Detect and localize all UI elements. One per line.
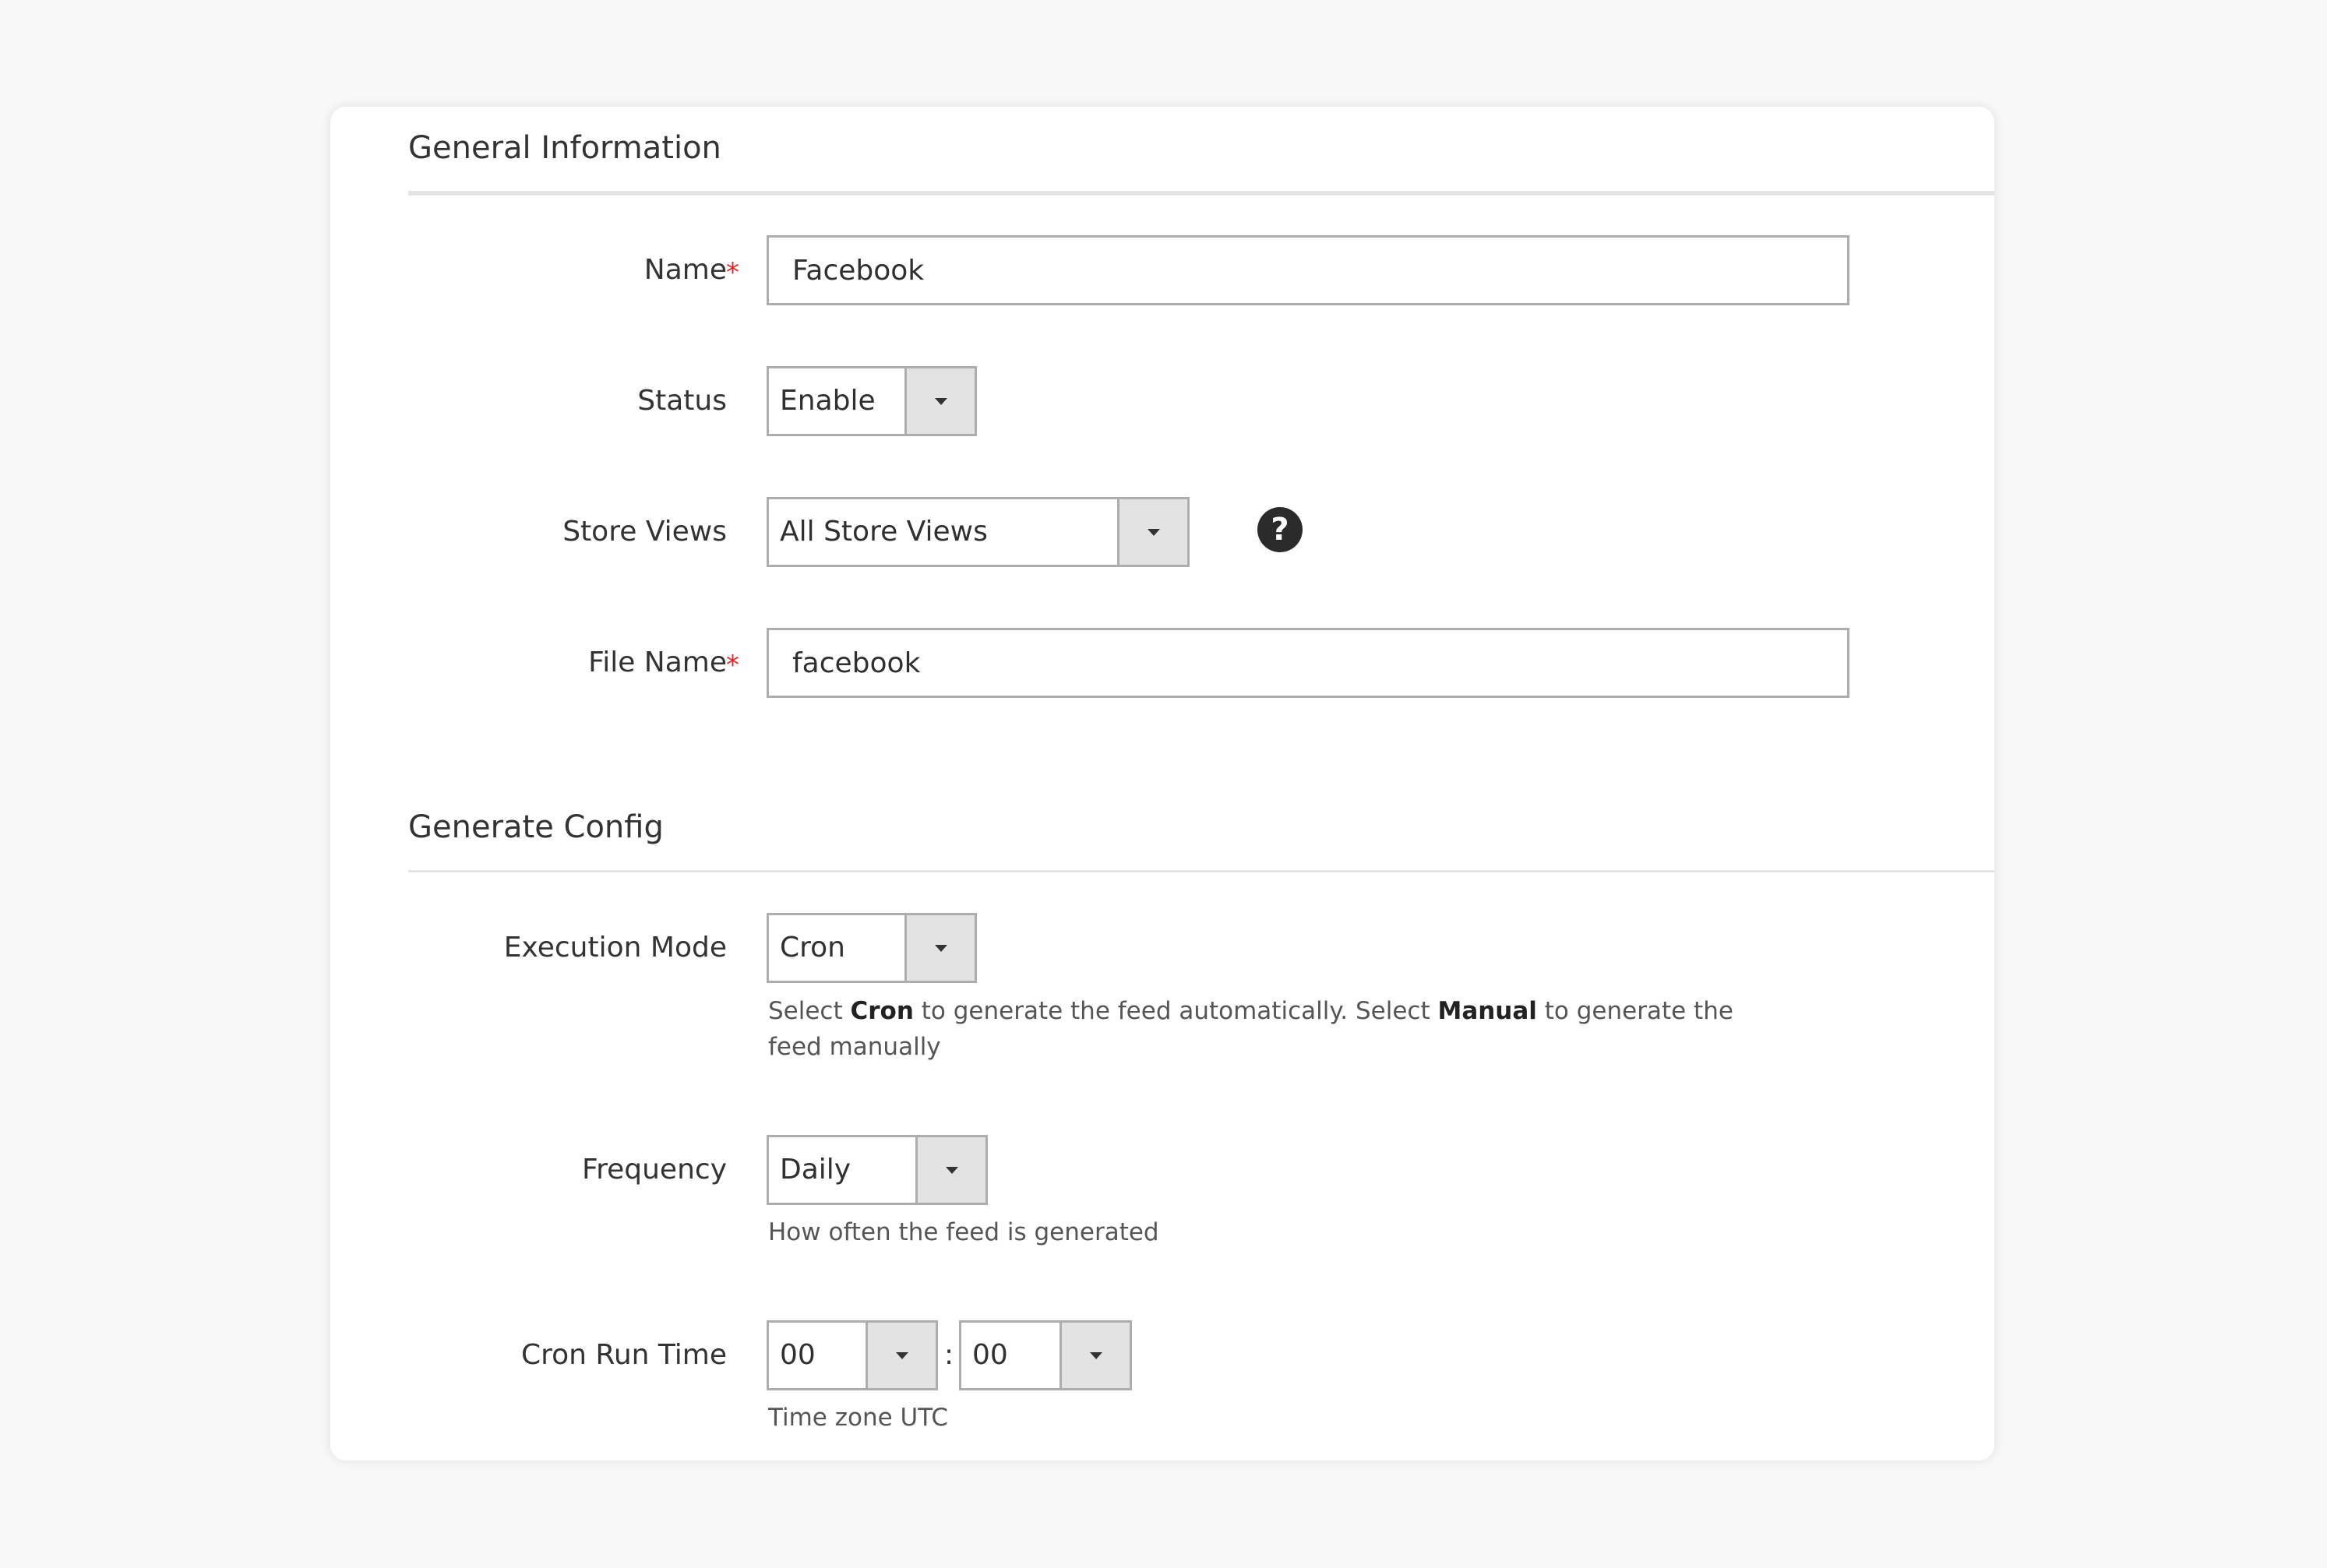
execution-mode-dropdown-button[interactable] (904, 915, 975, 981)
help-icon[interactable]: ? (1257, 507, 1303, 552)
name-input[interactable] (767, 235, 1849, 305)
required-mark: * (726, 650, 739, 681)
chevron-down-icon (895, 1351, 908, 1359)
general-information-title: General Information (408, 130, 721, 166)
chevron-down-icon (934, 397, 947, 405)
frequency-value: Daily (780, 1154, 851, 1186)
store-views-label: Store Views (562, 516, 727, 548)
frequency-select[interactable]: Daily (767, 1135, 988, 1205)
chevron-down-icon (1147, 528, 1160, 536)
execution-mode-note: Select Cron to generate the feed automat… (768, 993, 1781, 1065)
file-name-label: File Name (588, 647, 727, 678)
note-text: Select (768, 997, 851, 1025)
frequency-label: Frequency (582, 1154, 727, 1186)
cron-run-time-label: Cron Run Time (520, 1339, 727, 1371)
status-select[interactable]: Enable (767, 366, 977, 436)
note-bold-manual: Manual (1437, 997, 1537, 1025)
required-mark: * (726, 257, 739, 288)
execution-mode-value: Cron (780, 932, 845, 964)
section-divider (408, 870, 1994, 872)
time-separator: : (944, 1339, 954, 1371)
store-views-select[interactable]: All Store Views (767, 497, 1190, 567)
chevron-down-icon (945, 1166, 958, 1174)
status-value: Enable (780, 385, 876, 417)
frequency-dropdown-button[interactable] (915, 1137, 985, 1203)
note-text: to generate the feed automatically. Sele… (913, 997, 1438, 1025)
cron-hour-select[interactable]: 00 (767, 1320, 938, 1390)
cron-minute-select[interactable]: 00 (959, 1320, 1132, 1390)
status-dropdown-button[interactable] (904, 368, 975, 434)
cron-minute-dropdown-button[interactable] (1059, 1323, 1130, 1388)
name-label: Name (643, 254, 727, 286)
timezone-note: Time zone UTC (768, 1404, 948, 1432)
chevron-down-icon (934, 944, 947, 952)
cron-minute-value: 00 (972, 1339, 1008, 1371)
cron-hour-value: 00 (780, 1339, 816, 1371)
chevron-down-icon (1089, 1351, 1102, 1359)
cron-hour-dropdown-button[interactable] (866, 1323, 936, 1388)
note-bold-cron: Cron (850, 997, 914, 1025)
section-divider (408, 191, 1994, 196)
store-views-dropdown-button[interactable] (1117, 499, 1187, 565)
generate-config-title: Generate Config (408, 809, 664, 845)
execution-mode-select[interactable]: Cron (767, 913, 977, 983)
execution-mode-label: Execution Mode (503, 932, 727, 964)
file-name-input[interactable] (767, 628, 1849, 698)
frequency-note: How often the feed is generated (768, 1218, 1159, 1246)
status-label: Status (637, 385, 727, 417)
feed-settings-card: General Information Name * Status Enable… (330, 107, 1994, 1461)
store-views-value: All Store Views (780, 516, 988, 548)
